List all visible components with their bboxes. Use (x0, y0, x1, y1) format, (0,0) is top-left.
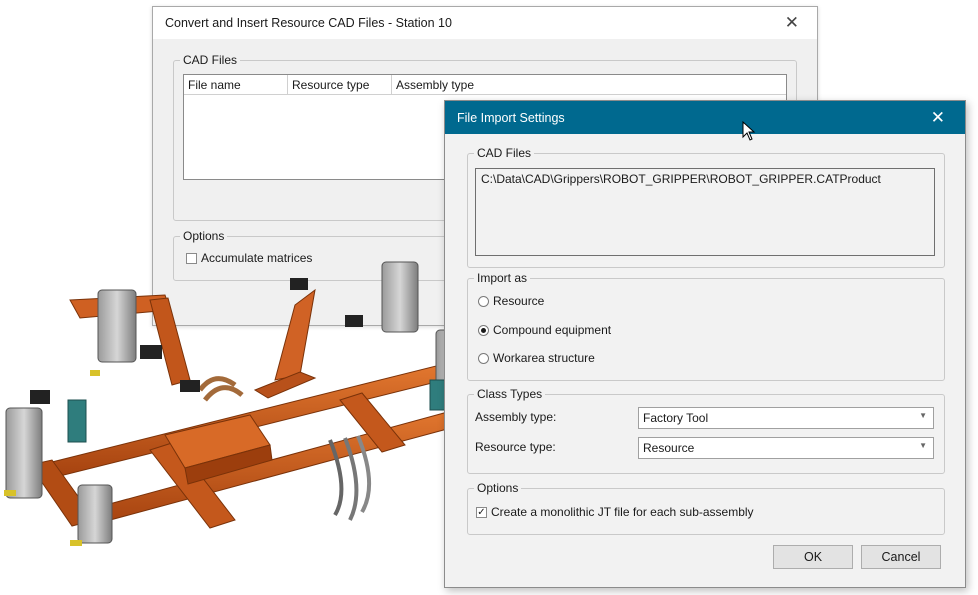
file-import-titlebar[interactable]: File Import Settings ✕ (445, 101, 965, 141)
file-import-title: File Import Settings (457, 111, 565, 125)
ok-button[interactable]: OK (773, 545, 853, 569)
robot-gripper-model (4, 261, 468, 546)
radio-workarea-structure-circle[interactable] (478, 353, 489, 364)
radio-resource-circle[interactable] (478, 296, 489, 307)
assembly-type-dropdown[interactable]: Factory Tool ▼ (638, 407, 934, 429)
radio-resource-label: Resource (493, 294, 545, 308)
back-cad-files-legend: CAD Files (183, 53, 238, 67)
resource-type-value: Resource (643, 441, 695, 455)
back-close-icon[interactable]: ✕ (785, 13, 799, 33)
column-header-assembly-type[interactable]: Assembly type (392, 75, 786, 95)
chevron-down-icon[interactable]: ▼ (919, 441, 927, 450)
monolithic-jt-label: Create a monolithic JT file for each sub… (491, 505, 754, 519)
chevron-down-icon[interactable]: ▼ (919, 411, 927, 420)
assembly-type-value: Factory Tool (643, 411, 709, 425)
import-as-legend: Import as (477, 271, 528, 285)
cad-file-path: C:\Data\CAD\Grippers\ROBOT_GRIPPER\ROBOT… (481, 172, 881, 186)
resource-type-dropdown[interactable]: Resource ▼ (638, 437, 934, 459)
back-dialog-title: Convert and Insert Resource CAD Files - … (165, 16, 452, 30)
back-dialog-titlebar[interactable]: Convert and Insert Resource CAD Files - … (153, 7, 817, 39)
column-header-resource-type[interactable]: Resource type (288, 75, 392, 95)
cancel-button[interactable]: Cancel (861, 545, 941, 569)
class-types-group: Class Types (467, 387, 945, 474)
cad-file-path-box[interactable]: C:\Data\CAD\Grippers\ROBOT_GRIPPER\ROBOT… (475, 168, 935, 256)
radio-workarea-structure-label: Workarea structure (493, 351, 595, 365)
cad-files-legend: CAD Files (477, 146, 532, 160)
column-header-file-name[interactable]: File name (184, 75, 288, 95)
mouse-cursor-icon (742, 121, 756, 141)
options-legend: Options (477, 481, 519, 495)
radio-compound-equipment-label: Compound equipment (493, 323, 612, 337)
monolithic-jt-checkbox[interactable]: ✓ (476, 507, 487, 518)
check-icon: ✓ (477, 507, 486, 518)
back-options-legend: Options (183, 229, 225, 243)
class-types-legend: Class Types (477, 387, 543, 401)
radio-compound-equipment-circle[interactable] (478, 325, 489, 336)
close-icon[interactable]: ✕ (931, 108, 945, 128)
file-import-settings-dialog: File Import Settings ✕ CAD Files C:\Data… (444, 100, 966, 588)
assembly-type-label: Assembly type: (475, 410, 557, 424)
resource-type-label: Resource type: (475, 440, 556, 454)
